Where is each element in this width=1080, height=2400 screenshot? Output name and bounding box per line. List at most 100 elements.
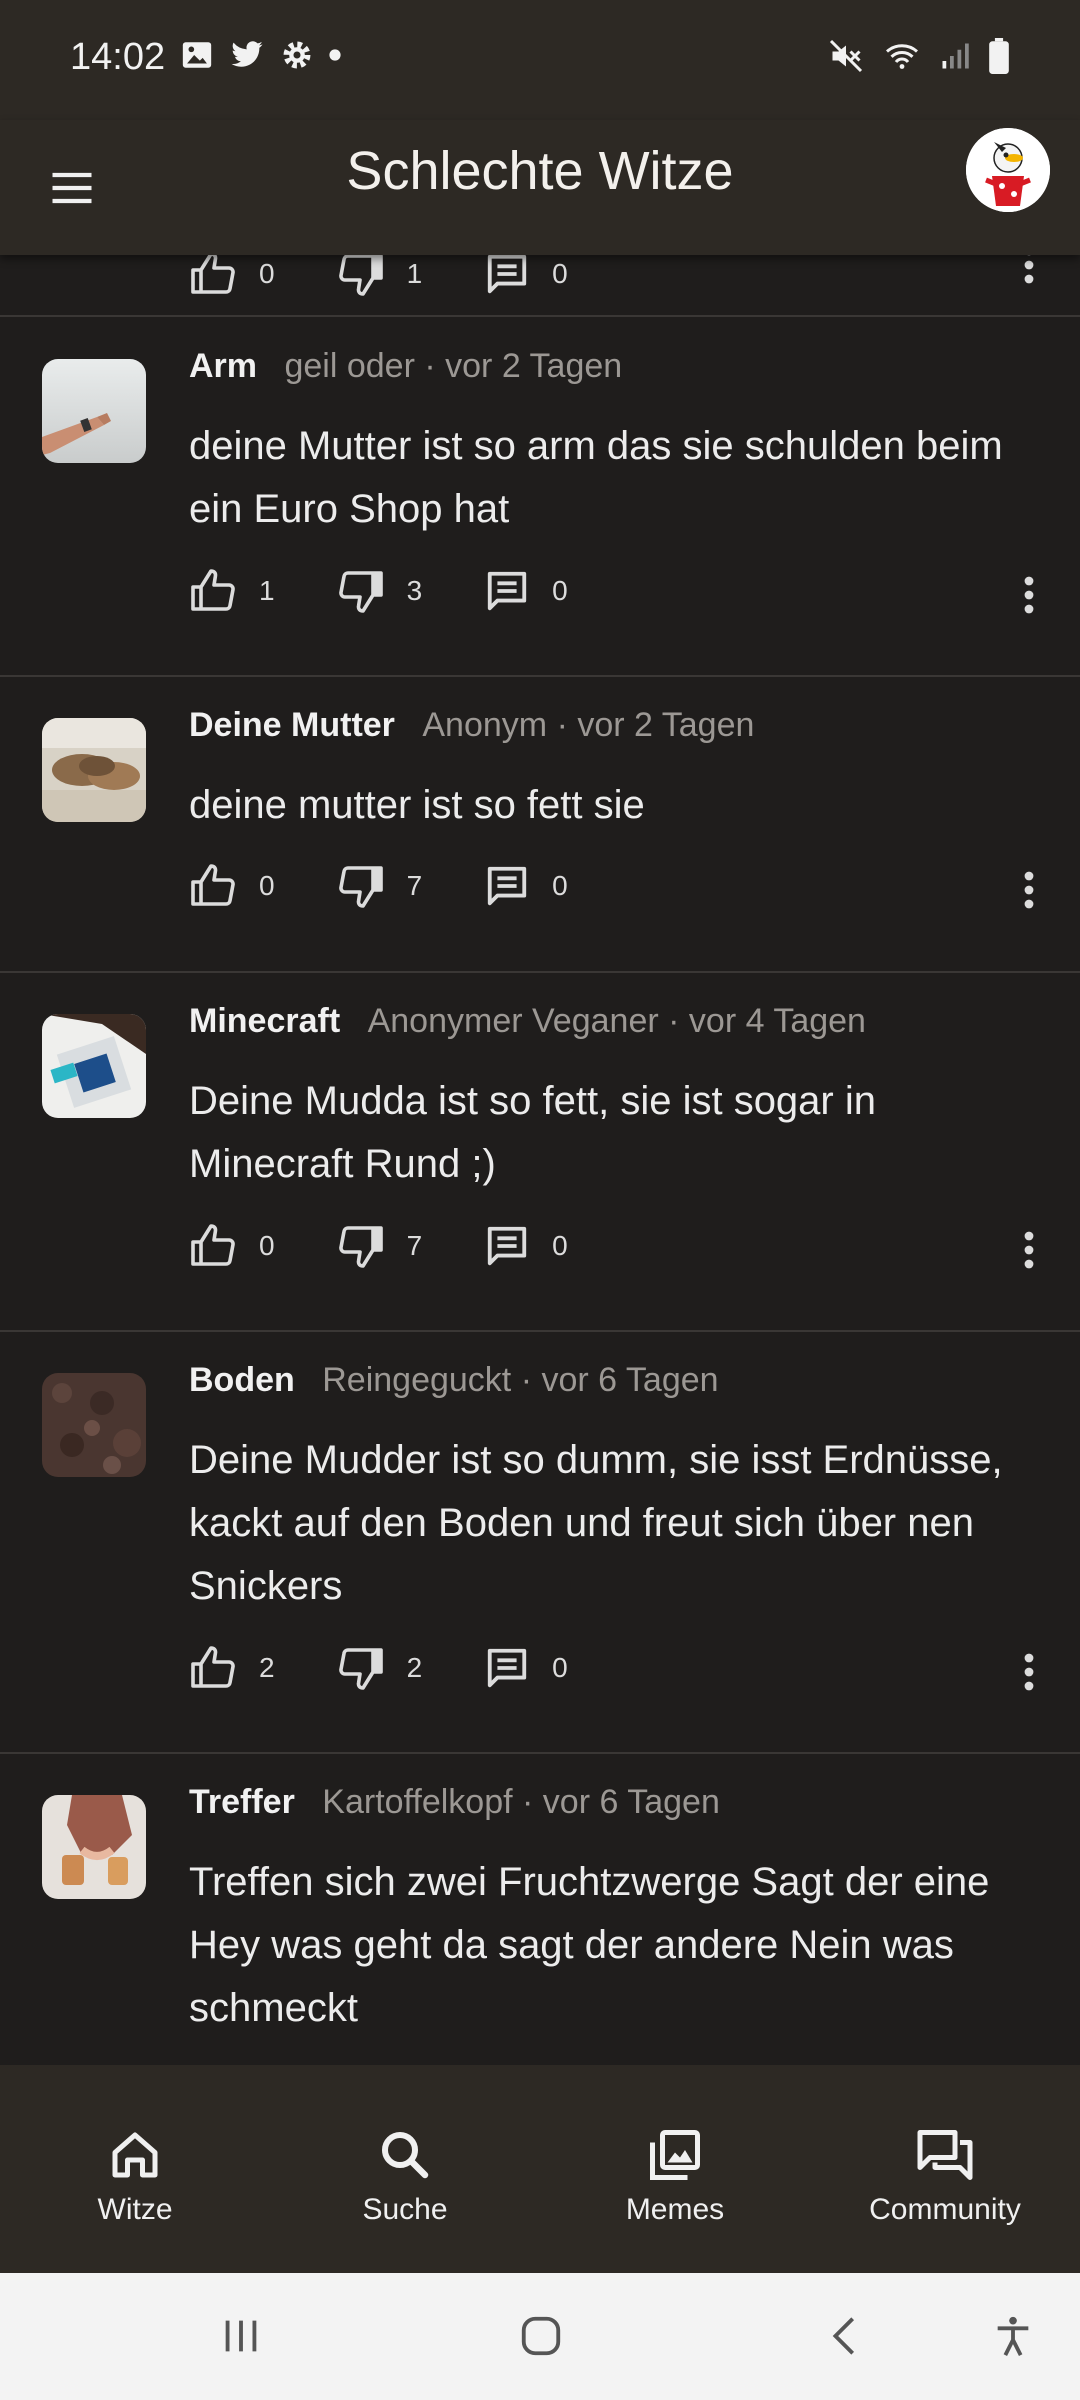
battery-icon bbox=[989, 38, 1009, 74]
comment-icon bbox=[487, 571, 527, 611]
list-item: 0 1 0 bbox=[0, 255, 1080, 317]
post-actions: 0 7 0 bbox=[189, 1222, 630, 1270]
system-navigation-bar bbox=[0, 2273, 1080, 2400]
post-text[interactable]: Treffen sich zwei Fruchtzwerge Sagt der … bbox=[189, 1851, 1049, 2040]
comment-button[interactable]: 0 bbox=[484, 568, 568, 614]
status-bar: 14:02 bbox=[0, 0, 1080, 120]
comment-icon bbox=[487, 1648, 527, 1688]
forum-icon bbox=[917, 2130, 973, 2180]
mute-icon bbox=[829, 39, 863, 73]
more-options-icon[interactable] bbox=[1022, 1230, 1036, 1270]
list-item[interactable]: Boden Reingeguckt · vor 6 Tagen Deine Mu… bbox=[0, 1331, 1080, 1754]
page-title: Schlechte Witze bbox=[346, 141, 734, 201]
post-author[interactable]: Anonym bbox=[422, 706, 547, 744]
post-author[interactable]: Reingeguckt bbox=[322, 1361, 511, 1399]
post-time: vor 2 Tagen bbox=[577, 706, 755, 744]
thumbs-down-icon bbox=[338, 1648, 383, 1690]
settings-icon bbox=[283, 41, 311, 69]
comment-count: 0 bbox=[552, 1652, 568, 1683]
list-item[interactable]: Arm geil oder · vor 2 Tagen deine Mutter… bbox=[0, 317, 1080, 677]
accessibility-icon[interactable] bbox=[990, 2313, 1036, 2359]
like-button[interactable]: 2 bbox=[189, 1644, 275, 1692]
dislike-button[interactable]: 7 bbox=[337, 1222, 423, 1270]
nav-label: Memes bbox=[625, 2193, 725, 2226]
post-time: vor 4 Tagen bbox=[688, 1002, 866, 1040]
thumbs-up-icon bbox=[191, 569, 235, 611]
post-meta: Arm geil oder · vor 2 Tagen bbox=[189, 347, 623, 385]
image-icon bbox=[650, 2130, 700, 2180]
post-category[interactable]: Boden bbox=[189, 1361, 295, 1399]
like-count: 2 bbox=[259, 1652, 275, 1683]
nav-item-witze[interactable]: Witze bbox=[0, 2065, 270, 2273]
like-count: 0 bbox=[259, 258, 275, 289]
post-category[interactable]: Deine Mutter bbox=[189, 706, 395, 744]
post-thumbnail bbox=[42, 1373, 146, 1477]
post-author[interactable]: Kartoffelkopf bbox=[322, 1783, 512, 1821]
post-time: vor 2 Tagen bbox=[445, 347, 623, 385]
post-text[interactable]: Deine Mudda ist so fett, sie ist sogar i… bbox=[189, 1070, 1049, 1196]
post-actions: 0 7 0 bbox=[189, 862, 630, 910]
post-category[interactable]: Arm bbox=[189, 347, 257, 385]
profile-avatar[interactable] bbox=[966, 128, 1050, 212]
comment-count: 0 bbox=[552, 1230, 568, 1261]
gallery-icon bbox=[182, 42, 212, 68]
post-author[interactable]: geil oder bbox=[284, 347, 414, 385]
post-text[interactable]: deine mutter ist so fett sie bbox=[189, 774, 1049, 837]
post-text[interactable]: Deine Mudder ist so dumm, sie isst Erdnü… bbox=[189, 1429, 1049, 1618]
back-icon[interactable] bbox=[822, 2313, 868, 2359]
more-options-icon[interactable] bbox=[1022, 575, 1036, 615]
nav-label: Suche bbox=[362, 2193, 448, 2226]
comment-button[interactable]: 0 bbox=[484, 1223, 568, 1269]
post-actions: 0 1 0 bbox=[189, 255, 630, 298]
dislike-button[interactable]: 2 bbox=[337, 1644, 423, 1692]
list-item[interactable]: Deine Mutter Anonym · vor 2 Tagen deine … bbox=[0, 676, 1080, 973]
list-item[interactable]: Treffer Kartoffelkopf · vor 6 Tagen Tref… bbox=[0, 1753, 1080, 2065]
like-count: 0 bbox=[259, 1230, 275, 1261]
comment-button[interactable]: 0 bbox=[484, 255, 568, 297]
post-author[interactable]: Anonymer Veganer bbox=[368, 1002, 659, 1040]
thumbs-down-icon bbox=[338, 255, 383, 296]
signal-icon bbox=[942, 43, 969, 69]
nav-item-suche[interactable]: Suche bbox=[270, 2065, 540, 2273]
wifi-icon bbox=[886, 44, 918, 69]
like-button[interactable]: 0 bbox=[189, 255, 275, 298]
post-thumbnail bbox=[42, 359, 146, 463]
app-bar: Schlechte Witze bbox=[0, 120, 1080, 255]
thumbs-down-icon bbox=[338, 866, 383, 908]
like-button[interactable]: 0 bbox=[189, 1222, 275, 1270]
post-thumbnail bbox=[42, 1795, 146, 1899]
like-button[interactable]: 1 bbox=[189, 567, 275, 615]
like-count: 1 bbox=[259, 575, 275, 606]
nav-item-community[interactable]: Community bbox=[810, 2065, 1080, 2273]
bottom-navigation: Witze Suche Memes Community bbox=[0, 2065, 1080, 2273]
dislike-count: 2 bbox=[406, 1652, 423, 1683]
nav-item-memes[interactable]: Memes bbox=[540, 2065, 810, 2273]
post-category[interactable]: Minecraft bbox=[189, 1002, 340, 1040]
post-text[interactable]: deine Mutter ist so arm das sie schulden… bbox=[189, 415, 1049, 541]
dislike-button[interactable]: 3 bbox=[337, 567, 422, 615]
comment-icon bbox=[487, 866, 527, 906]
more-options-icon[interactable] bbox=[1022, 255, 1036, 285]
dislike-button[interactable]: 1 bbox=[337, 255, 422, 298]
post-thumbnail bbox=[42, 718, 146, 822]
thumbs-down-icon bbox=[338, 571, 383, 613]
comment-count: 0 bbox=[552, 258, 568, 289]
post-time: vor 6 Tagen bbox=[542, 1783, 720, 1821]
dot-icon bbox=[329, 49, 341, 61]
like-button[interactable]: 0 bbox=[189, 862, 275, 910]
dislike-button[interactable]: 7 bbox=[337, 862, 422, 910]
nav-label: Witze bbox=[97, 2193, 173, 2226]
comment-button[interactable]: 0 bbox=[484, 863, 568, 909]
more-options-icon[interactable] bbox=[1022, 1652, 1036, 1692]
joke-feed[interactable]: 0 1 0 Arm geil oder · vor 2 Tagen deine … bbox=[0, 255, 1080, 2065]
recent-apps-icon[interactable] bbox=[218, 2313, 264, 2359]
home-button-icon[interactable] bbox=[518, 2313, 564, 2359]
post-meta: Minecraft Anonymer Veganer · vor 4 Tagen bbox=[189, 1002, 866, 1040]
list-item[interactable]: Minecraft Anonymer Veganer · vor 4 Tagen… bbox=[0, 972, 1080, 1332]
post-category[interactable]: Treffer bbox=[189, 1783, 295, 1821]
more-options-icon[interactable] bbox=[1022, 870, 1036, 910]
dislike-count: 7 bbox=[406, 1230, 423, 1261]
comment-button[interactable]: 0 bbox=[484, 1645, 568, 1691]
post-meta: Boden Reingeguckt · vor 6 Tagen bbox=[189, 1361, 719, 1399]
comment-icon bbox=[487, 255, 527, 294]
